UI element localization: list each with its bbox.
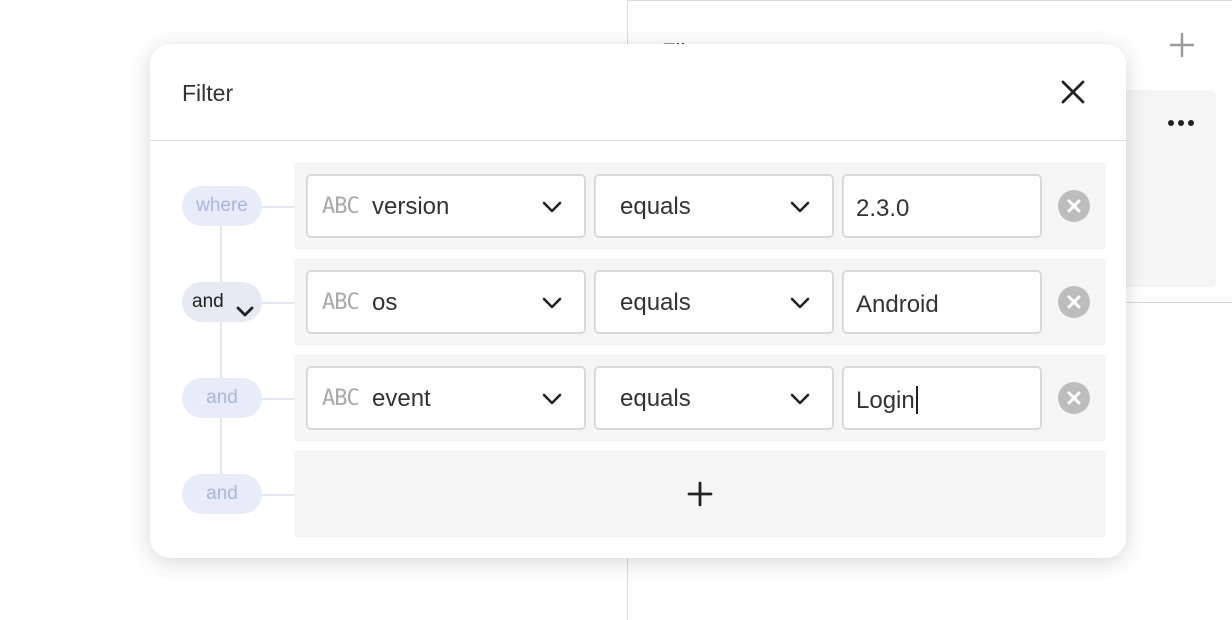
operator-value: equals [620, 193, 691, 220]
chevron-down-icon [540, 294, 564, 312]
add-rule-button[interactable] [294, 450, 1106, 538]
close-icon[interactable] [1058, 77, 1088, 107]
modal-header: Filter [150, 44, 1126, 141]
filter-rule-row: ABC version equals 2.3.0 [294, 162, 1106, 250]
chevron-down-icon [788, 294, 812, 312]
connector-and-pill: and [182, 378, 262, 418]
connector-line [262, 398, 294, 400]
type-badge: ABC [322, 386, 360, 411]
operator-select[interactable]: equals [594, 366, 834, 430]
operator-value: equals [620, 385, 691, 412]
remove-rule-button[interactable] [1058, 286, 1090, 318]
filter-modal: Filter where and and and ABC version equ… [150, 44, 1126, 558]
property-value: event [372, 385, 431, 412]
property-select[interactable]: ABC os [306, 270, 586, 334]
filter-rule-row: ABC os equals Android [294, 258, 1106, 346]
connector-line [220, 220, 222, 490]
property-value: os [372, 289, 398, 316]
connector-and-label: and [192, 291, 224, 312]
chevron-down-icon [540, 198, 564, 216]
property-select[interactable]: ABC event [306, 366, 586, 430]
remove-rule-button[interactable] [1058, 382, 1090, 414]
value-input[interactable]: Login [842, 366, 1042, 430]
connector-line [262, 302, 294, 304]
operator-value: equals [620, 289, 691, 316]
connector-line [262, 206, 294, 208]
plus-icon[interactable] [1168, 31, 1196, 65]
remove-circle-icon [1067, 391, 1081, 405]
value-text: Login [856, 385, 918, 416]
connector-where-pill: where [182, 186, 262, 226]
type-badge: ABC [322, 290, 360, 315]
value-text: Android [856, 291, 939, 318]
connector-line [262, 494, 294, 496]
value-input[interactable]: Android [842, 270, 1042, 334]
filter-rule-row: ABC event equals Login [294, 354, 1106, 442]
text-cursor [915, 385, 918, 414]
connector-and-pill: and [182, 474, 262, 514]
value-input[interactable]: 2.3.0 [842, 174, 1042, 238]
type-badge: ABC [322, 194, 360, 219]
chevron-down-icon [788, 198, 812, 216]
remove-rule-button[interactable] [1058, 190, 1090, 222]
modal-title: Filter [182, 80, 234, 106]
property-select[interactable]: ABC version [306, 174, 586, 238]
remove-circle-icon [1067, 295, 1081, 309]
plus-icon [686, 480, 714, 508]
chevron-down-icon [788, 390, 812, 408]
chevron-down-icon [540, 390, 564, 408]
operator-select[interactable]: equals [594, 270, 834, 334]
connector-and-select[interactable]: and [182, 282, 262, 322]
remove-circle-icon [1067, 199, 1081, 213]
property-value: version [372, 193, 450, 220]
value-text: 2.3.0 [856, 195, 910, 222]
operator-select[interactable]: equals [594, 174, 834, 238]
more-horizontal-icon[interactable] [1168, 113, 1202, 133]
chevron-down-icon [236, 294, 254, 317]
